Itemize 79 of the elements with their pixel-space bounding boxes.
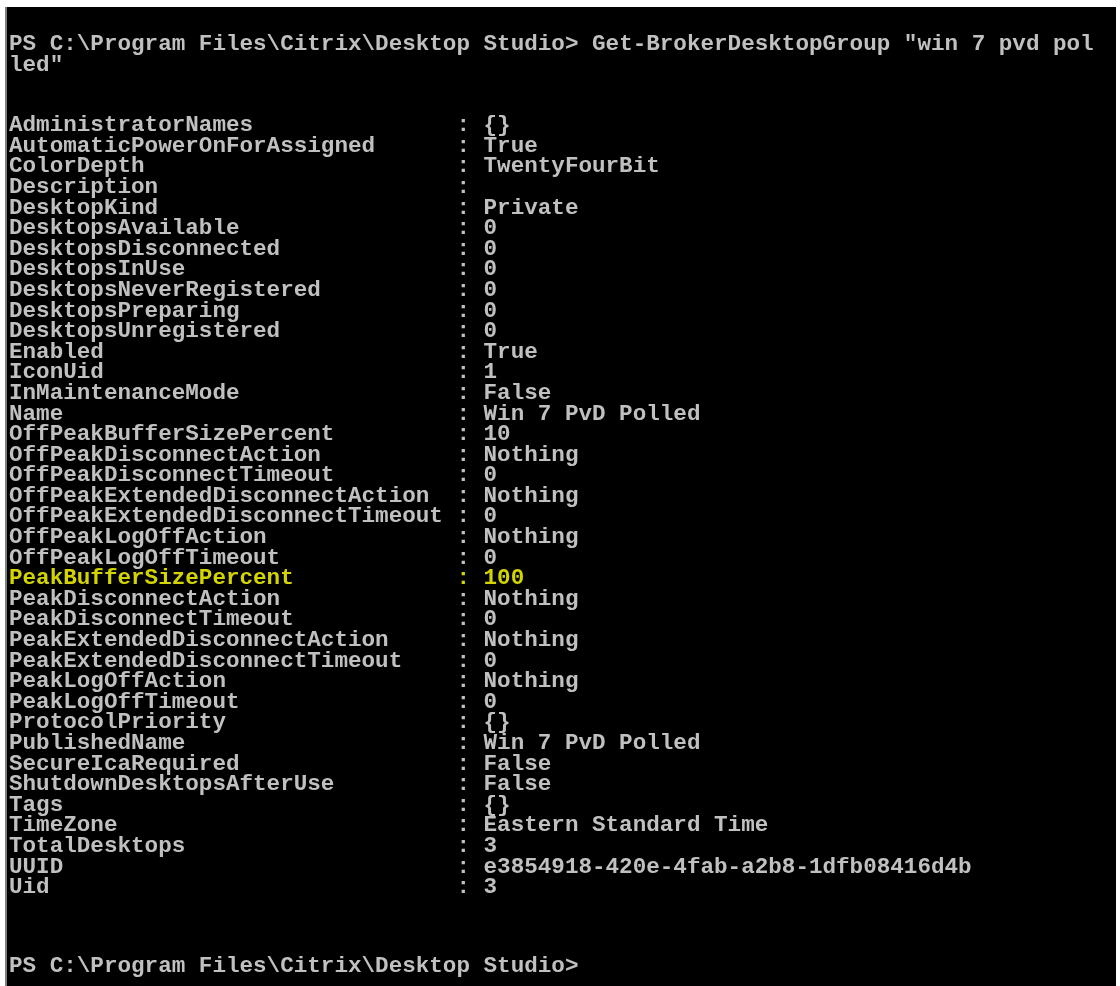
property-value: : 3 (456, 835, 498, 857)
property-name: OffPeakExtendedDisconnectAction (9, 485, 430, 507)
property-name: PeakBufferSizePercent (9, 568, 295, 589)
property-name: ShutdownDesktopsAfterUse (9, 774, 336, 795)
property-value: : 0 (456, 506, 498, 528)
property-name: OffPeakExtendedDisconnectTimeout (9, 506, 444, 528)
property-name: ProtocolPriority (9, 712, 226, 733)
property-name: Uid (9, 877, 51, 898)
property-name: Name (9, 403, 64, 425)
property-value: : Nothing (456, 630, 579, 651)
property-value: : False (456, 774, 552, 795)
property-value: : Win 7 PvD Polled (456, 733, 701, 754)
property-value: : Nothing (456, 485, 579, 507)
property-name: OffPeakLogOffAction (9, 527, 267, 548)
property-name: OffPeakDisconnectAction (9, 444, 321, 466)
property-value: : 0 (456, 465, 498, 486)
property-value: : {} (456, 712, 511, 733)
property-name: UUID (9, 856, 64, 878)
property-name: DesktopsUnregistered (9, 321, 282, 342)
property-value: : 100 (456, 568, 525, 589)
property-value: : Eastern Standard Time (456, 815, 769, 836)
property-value: : {} (456, 794, 511, 816)
property-value: : Nothing (456, 588, 579, 610)
property-value: : True (456, 341, 538, 363)
property-name: AutomaticPowerOnForAssigned (9, 135, 377, 157)
property-name: PeakLogOffAction (9, 671, 226, 692)
property-value: : 0 (456, 547, 498, 569)
property-value: : 3 (456, 877, 498, 898)
property-name: DesktopKind (9, 197, 159, 219)
property-name: ColorDepth (9, 156, 145, 177)
property-name: PeakExtendedDisconnectAction (9, 630, 389, 651)
property-value: : 0 (456, 609, 498, 631)
property-name: PeakLogOffTimeout (9, 691, 241, 713)
property-name: Description (9, 176, 160, 198)
command-line: PS C:\Program Files\Citrix\Desktop Studio> Get-BrokerDesktopGroup "win 7 pvd pol (9, 34, 1094, 55)
property-value: : 0 (456, 321, 498, 342)
property-name: SecureIcaRequired (9, 753, 240, 775)
property-name: Enabled (9, 341, 104, 363)
property-value: : True (456, 135, 538, 157)
property-name: TimeZone (9, 815, 118, 836)
property-value: : 0 (456, 238, 498, 260)
property-value: : 1 (456, 362, 498, 383)
property-value: : TwentyFourBit (456, 156, 660, 177)
property-name: PublishedName (9, 733, 186, 754)
property-value: : 0 (456, 300, 498, 322)
property-value: : False (456, 382, 552, 404)
property-name: InMaintenanceMode (9, 382, 241, 404)
property-name: DesktopsAvailable (9, 218, 240, 239)
property-value: : False (456, 753, 552, 775)
property-name: OffPeakDisconnectTimeout (9, 465, 335, 486)
property-value: : e3854918-420e-4fab-a2b8-1dfb08416d4b (456, 856, 972, 878)
property-value: : Private (456, 197, 579, 219)
command-line: led" (9, 54, 64, 76)
property-name: PeakExtendedDisconnectTimeout (9, 650, 404, 672)
prompt-line: PS C:\Program Files\Citrix\Desktop Studio> (9, 955, 579, 977)
property-name: OffPeakBufferSizePercent (9, 424, 336, 445)
property-name: IconUid (9, 362, 104, 383)
property-name: OffPeakLogOffTimeout (9, 547, 281, 569)
property-name: AdministratorNames (9, 115, 254, 136)
property-name: DesktopsInUse (9, 259, 186, 280)
property-name: Tags (9, 794, 64, 816)
property-value: : 0 (456, 650, 498, 672)
property-value: : Nothing (456, 671, 579, 692)
property-name: DesktopsPreparing (9, 300, 240, 322)
property-value: : 0 (456, 218, 498, 239)
property-value: : 0 (456, 279, 498, 301)
property-value: : Win 7 PvD Polled (456, 403, 701, 425)
property-value: : Nothing (456, 444, 579, 466)
property-value: : 0 (456, 691, 498, 713)
property-name: DesktopsDisconnected (9, 238, 282, 260)
property-name: PeakDisconnectAction (9, 588, 281, 610)
property-value: : (456, 176, 470, 198)
property-name: TotalDesktops (9, 835, 187, 857)
property-name: PeakDisconnectTimeout (9, 609, 294, 631)
property-value: : 0 (456, 259, 498, 280)
property-name: DesktopsNeverRegistered (9, 279, 322, 301)
property-value: : {} (456, 115, 511, 136)
property-value: : 10 (456, 424, 511, 445)
property-value: : Nothing (456, 527, 579, 548)
